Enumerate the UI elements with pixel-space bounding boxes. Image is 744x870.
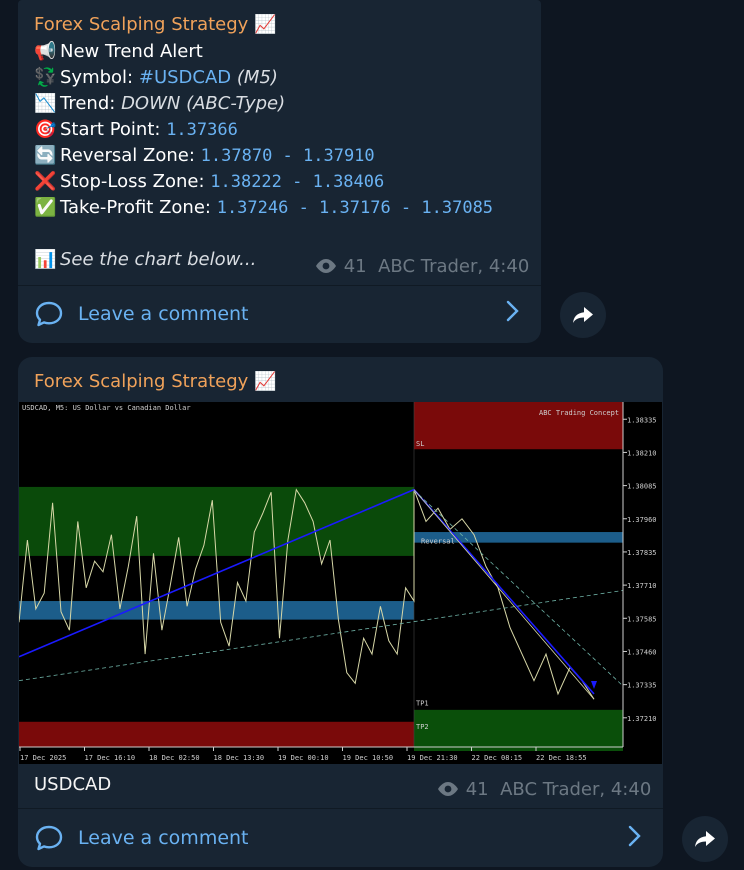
message-meta: 41 ABC Trader, 4:40 xyxy=(314,256,529,277)
y-tick-label: 1.37835 xyxy=(627,549,657,557)
x-tick-label: 17 Dec 2025 xyxy=(20,754,66,762)
y-tick-label: 1.37460 xyxy=(627,648,657,656)
tp-zone xyxy=(414,709,623,751)
share-arrow-icon xyxy=(695,831,715,847)
caption: USDCAD xyxy=(34,774,112,795)
y-tick-label: 1.38210 xyxy=(627,449,657,457)
comment-icon xyxy=(35,301,63,327)
divider xyxy=(18,808,663,809)
y-tick-label: 1.37335 xyxy=(627,682,657,690)
x-tick-label: 18 Dec 02:50 xyxy=(149,754,200,762)
views-count: 41 xyxy=(465,779,489,800)
tp2-label: TP2 xyxy=(416,723,429,731)
x-tick-label: 19 Dec 21:30 xyxy=(407,754,458,762)
message-1: Forex Scalping Strategy 📈 📢 New Trend Ale… xyxy=(18,0,541,343)
symbol-hashtag-link[interactable]: #USDCAD xyxy=(139,67,231,88)
channel-name[interactable]: Forex Scalping Strategy 📈 xyxy=(34,371,276,392)
reverse-arrows-icon: 🔄 xyxy=(34,145,57,166)
channel-name[interactable]: Forex Scalping Strategy 📈 xyxy=(34,14,276,35)
y-tick-label: 1.37710 xyxy=(627,582,657,590)
leave-comment-button[interactable]: Leave a comment xyxy=(34,300,249,328)
chevron-right-icon[interactable] xyxy=(505,299,519,330)
currency-exchange-icon: 💱 xyxy=(34,67,57,88)
target-icon: 🎯 xyxy=(34,119,57,140)
message-meta: 41 ABC Trader, 4:40 xyxy=(436,779,651,800)
reversal-zone-line: 🔄 Reversal Zone: 1.37870 - 1.37910 xyxy=(34,145,375,166)
y-tick-label: 1.38085 xyxy=(627,483,657,491)
message-2: Forex Scalping Strategy 📈 SL Reversal TP1 T… xyxy=(18,357,663,867)
y-tick-label: 1.38335 xyxy=(627,416,657,424)
author-time: ABC Trader, 4:40 xyxy=(378,256,530,277)
x-tick-label: 18 Dec 13:30 xyxy=(214,754,265,762)
price-chart: SL Reversal TP1 TP2 USDCAD, M5: US Dollar v… xyxy=(19,402,662,764)
x-tick-label: 22 Dec 18:55 xyxy=(536,754,587,762)
share-button-2[interactable] xyxy=(682,816,728,862)
share-arrow-icon xyxy=(573,307,593,323)
chart-decreasing-icon: 📉 xyxy=(34,93,57,114)
stop-loss-line: ❌ Stop-Loss Zone: 1.38222 - 1.38406 xyxy=(34,171,385,192)
symbol-line: 💱 Symbol: #USDCAD (M5) xyxy=(34,67,278,88)
start-point-line: 🎯 Start Point: 1.37366 xyxy=(34,119,238,140)
eye-icon xyxy=(438,782,458,796)
y-tick-label: 1.37585 xyxy=(627,615,657,623)
megaphone-icon: 📢 xyxy=(34,41,57,62)
chart-watermark: ABC Trading Concept xyxy=(539,409,619,417)
y-tick-label: 1.37960 xyxy=(627,516,657,524)
x-tick-label: 17 Dec 16:10 xyxy=(85,754,136,762)
divider xyxy=(18,285,541,286)
trend-line: 📉 Trend: DOWN (ABC-Type) xyxy=(34,93,286,114)
alert-line: 📢 New Trend Alert xyxy=(34,41,203,62)
take-profit-line: ✅ Take-Profit Zone: 1.37246 - 1.37176 - 1… xyxy=(34,197,494,218)
leave-comment-button[interactable]: Leave a comment xyxy=(34,824,249,852)
sl-label: SL xyxy=(416,440,424,448)
reversal-label: Reversal xyxy=(421,538,455,546)
y-tick-label: 1.37210 xyxy=(627,715,657,723)
author-time: ABC Trader, 4:40 xyxy=(500,779,652,800)
comment-icon xyxy=(35,825,63,851)
cross-mark-icon: ❌ xyxy=(34,171,57,192)
demand-zone xyxy=(19,721,414,747)
views-count: 41 xyxy=(343,256,367,277)
x-tick-label: 19 Dec 10:50 xyxy=(343,754,394,762)
share-button-1[interactable] xyxy=(560,292,606,338)
reversal-zone-left xyxy=(19,601,414,620)
chart-image[interactable]: SL Reversal TP1 TP2 USDCAD, M5: US Dollar v… xyxy=(19,402,662,764)
bar-chart-icon: 📊 xyxy=(34,249,57,270)
x-tick-label: 22 Dec 08:15 xyxy=(472,754,523,762)
tp1-label: TP1 xyxy=(416,699,429,707)
chart-title: USDCAD, M5: US Dollar vs Canadian Dollar xyxy=(22,404,191,412)
eye-icon xyxy=(316,259,336,273)
x-tick-label: 19 Dec 00:10 xyxy=(278,754,329,762)
see-chart-line: 📊 See the chart below... xyxy=(34,249,257,270)
chevron-right-icon[interactable] xyxy=(627,824,641,855)
check-mark-icon: ✅ xyxy=(34,197,57,218)
